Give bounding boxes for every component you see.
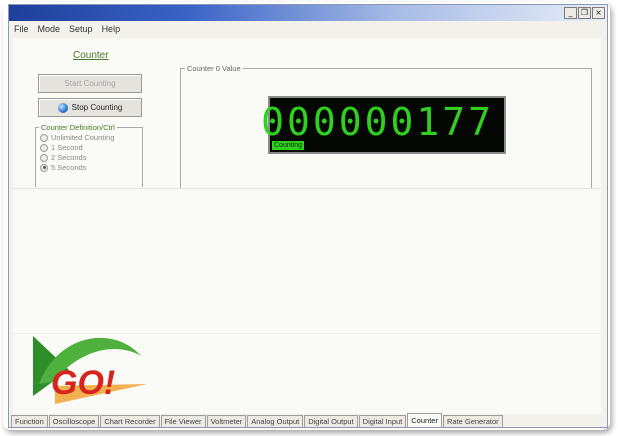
status-badge: Counting bbox=[272, 141, 305, 150]
option-2-seconds[interactable]: 2 Seconds bbox=[40, 153, 142, 162]
menu-mode[interactable]: Mode bbox=[38, 22, 61, 36]
counter-definition-legend: Counter Definition/Ctrl bbox=[41, 123, 115, 132]
stop-icon bbox=[57, 102, 68, 113]
logo-text: GO! bbox=[51, 364, 115, 402]
tab-counter[interactable]: Counter bbox=[407, 413, 442, 427]
counter-value-legend: Counter 0 Value bbox=[187, 64, 241, 73]
counter-panel: Counter Start Counting Stop Counting Cou… bbox=[13, 38, 601, 414]
radio-icon[interactable] bbox=[40, 133, 48, 142]
counter-value: 000000177 bbox=[261, 100, 494, 144]
tab-rate-generator[interactable]: Rate Generator bbox=[442, 415, 503, 427]
tab-analog-output[interactable]: Analog Output bbox=[247, 415, 304, 427]
start-counting-button[interactable]: Start Counting bbox=[38, 74, 142, 93]
tab-file-viewer[interactable]: File Viewer bbox=[160, 415, 206, 427]
tab-voltmeter[interactable]: Voltmeter bbox=[206, 415, 247, 427]
option-label: 5 Seconds bbox=[51, 163, 87, 172]
stop-counting-button[interactable]: Stop Counting bbox=[38, 98, 142, 117]
tab-chart-recorder[interactable]: Chart Recorder bbox=[100, 415, 160, 427]
radio-icon[interactable] bbox=[40, 153, 48, 162]
maximize-button[interactable]: ❐ bbox=[578, 7, 591, 19]
option-unlimited[interactable]: Unlimited Counting bbox=[40, 133, 142, 142]
radio-icon[interactable] bbox=[40, 143, 48, 152]
tab-digital-output[interactable]: Digital Output bbox=[304, 415, 358, 427]
stop-counting-label: Stop Counting bbox=[71, 103, 123, 112]
counter-display: 000000177 Counting bbox=[261, 96, 506, 154]
option-label: Unlimited Counting bbox=[51, 133, 115, 142]
minimize-button[interactable]: _ bbox=[564, 7, 577, 19]
option-label: 2 Seconds bbox=[51, 153, 87, 162]
menu-setup[interactable]: Setup bbox=[69, 22, 93, 36]
option-label: 1 Second bbox=[51, 143, 83, 152]
divider bbox=[13, 188, 601, 189]
counter-definition-group: Counter Definition/Ctrl Unlimited Counti… bbox=[35, 123, 143, 187]
mode-tabs: Function Oscilloscope Chart Recorder Fil… bbox=[11, 413, 504, 427]
restore-icon: ❐ bbox=[580, 8, 589, 17]
close-button[interactable]: × bbox=[592, 7, 605, 19]
tab-oscilloscope[interactable]: Oscilloscope bbox=[48, 415, 100, 427]
radio-selected-icon[interactable] bbox=[40, 163, 48, 172]
menu-help[interactable]: Help bbox=[102, 22, 121, 36]
menu-file[interactable]: File bbox=[14, 22, 29, 36]
app-window: _ ❐ × File Mode Setup Help Counter Start… bbox=[8, 4, 608, 428]
tab-digital-input[interactable]: Digital Input bbox=[358, 415, 407, 427]
window-controls: _ ❐ × bbox=[564, 7, 605, 19]
title-bar[interactable]: _ ❐ × bbox=[9, 5, 607, 21]
page-title: Counter bbox=[73, 50, 109, 61]
option-5-seconds[interactable]: 5 Seconds bbox=[40, 163, 142, 172]
menu-bar: File Mode Setup Help bbox=[9, 22, 607, 36]
option-1-second[interactable]: 1 Second bbox=[40, 143, 142, 152]
tab-function[interactable]: Function bbox=[11, 415, 48, 427]
go-logo: GO! bbox=[33, 336, 147, 404]
start-counting-label: Start Counting bbox=[64, 79, 116, 88]
